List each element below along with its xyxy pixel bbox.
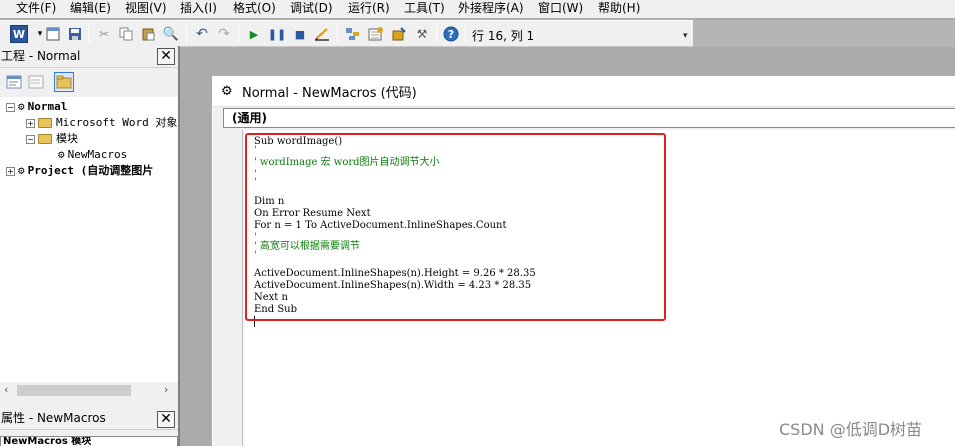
menu-format[interactable]: 格式(O) (233, 0, 276, 18)
tree-node-word-objects[interactable]: + Microsoft Word 对象 (26, 115, 177, 131)
toolbar-background (693, 20, 955, 47)
toolbar-separator (238, 26, 239, 43)
menu-addins[interactable]: 外接程序(A) (458, 0, 524, 18)
module-icon: ⚙ (221, 84, 233, 99)
reset-icon[interactable]: ■ (291, 25, 309, 43)
project-panel-toolbar (0, 69, 178, 96)
tree-node-project[interactable]: + ⚙ Project (自动调整图片 (6, 163, 153, 179)
expand-icon[interactable]: + (6, 166, 15, 176)
tree-node-label: Normal (27, 100, 68, 113)
tree-node-label: NewMacros (67, 148, 128, 161)
view-code-icon[interactable] (4, 72, 24, 92)
project-explorer-icon[interactable] (344, 25, 362, 43)
view-object-icon[interactable] (26, 72, 46, 92)
module-icon: ⚙ (58, 148, 65, 161)
scrollbar-thumb[interactable] (17, 385, 131, 396)
watermark: CSDN @低调D树苗 (779, 420, 923, 439)
open-folder-icon (38, 134, 52, 144)
toolbar-options-icon[interactable]: ▾ (683, 31, 688, 41)
properties-panel: 属性 - NewMacros ✕ NewMacros 模块 (0, 408, 180, 446)
scroll-left-icon[interactable]: ‹ (4, 383, 8, 396)
save-icon[interactable] (66, 25, 84, 43)
code-highlight-annotation (245, 133, 666, 321)
project-tree: − ⚙ Normal + Microsoft Word 对象 − 模块 ⚙ Ne… (0, 97, 178, 382)
tree-horizontal-scrollbar[interactable]: ‹ › (0, 382, 178, 399)
menu-insert[interactable]: 插入(I) (180, 0, 217, 18)
toolbar-separator (186, 26, 187, 43)
toolbar-separator (436, 26, 437, 43)
menu-help[interactable]: 帮助(H) (598, 0, 640, 18)
svg-text:?: ? (448, 28, 454, 41)
menu-tools[interactable]: 工具(T) (404, 0, 445, 18)
menu-file[interactable]: 文件(F) (16, 0, 56, 18)
collapse-icon[interactable]: − (26, 134, 35, 144)
vba-project-icon: ⚙ (18, 164, 25, 177)
run-icon[interactable]: ▶ (245, 25, 263, 43)
expand-icon[interactable]: + (26, 118, 35, 128)
scroll-right-icon[interactable]: › (164, 383, 168, 396)
help-icon[interactable]: ? (442, 25, 460, 43)
menu-view[interactable]: 视图(V) (125, 0, 167, 18)
properties-panel-title: 属性 - NewMacros (0, 408, 178, 430)
tree-node-label: 模块 (56, 132, 78, 145)
menu-run[interactable]: 运行(R) (348, 0, 390, 18)
folder-icon (38, 118, 52, 128)
tree-node-label: Project (自动调整图片 (27, 164, 154, 177)
toolbar-separator (88, 26, 89, 43)
cursor-position-indicator: 行 16, 列 1 (472, 29, 535, 43)
standard-toolbar: W ▾ ✂ 🔍 ↶ ↷ ▶ ❚❚ ■ ⚒ ? 行 16, 列 1 ▾ (0, 20, 693, 47)
insert-module-icon[interactable] (44, 25, 62, 43)
properties-object-select[interactable]: NewMacros 模块 (0, 436, 178, 446)
toolbar-separator (465, 26, 466, 43)
object-browser-icon[interactable] (390, 25, 408, 43)
code-window-titlebar: ⚙ Normal - NewMacros (代码) (213, 77, 955, 107)
tree-node-label: Microsoft Word 对象 (56, 116, 178, 129)
properties-panel-close-button[interactable]: ✕ (157, 411, 175, 428)
tree-node-modules[interactable]: − 模块 (26, 131, 78, 147)
break-icon[interactable]: ❚❚ (268, 25, 286, 43)
menu-window[interactable]: 窗口(W) (538, 0, 583, 18)
cut-icon[interactable]: ✂ (95, 25, 113, 43)
code-margin-indicator-bar (223, 130, 243, 446)
undo-icon[interactable]: ↶ (193, 25, 211, 43)
project-explorer-panel: 工程 - Normal ✕ − ⚙ Normal + Microsoft Wor… (0, 46, 180, 408)
redo-icon[interactable]: ↷ (215, 25, 233, 43)
toolbar-separator (337, 26, 338, 43)
code-window-title: Normal - NewMacros (代码) (242, 86, 417, 101)
vba-project-icon: ⚙ (18, 100, 25, 113)
object-dropdown[interactable]: (通用) (223, 108, 955, 128)
paste-icon[interactable] (139, 25, 157, 43)
toolbox-icon[interactable]: ⚒ (413, 25, 431, 43)
view-word-icon[interactable]: W (10, 25, 28, 43)
menu-debug[interactable]: 调试(D) (290, 0, 333, 18)
tree-node-normal[interactable]: − ⚙ Normal (6, 99, 67, 115)
project-panel-title: 工程 - Normal (0, 46, 178, 68)
toggle-folders-icon[interactable] (54, 72, 74, 92)
properties-window-icon[interactable] (367, 25, 385, 43)
find-icon[interactable]: 🔍 (162, 25, 180, 43)
copy-icon[interactable] (117, 25, 135, 43)
menu-edit[interactable]: 编辑(E) (70, 0, 111, 18)
menu-bar: 文件(F) 编辑(E) 视图(V) 插入(I) 格式(O) 调试(D) 运行(R… (0, 0, 955, 18)
project-panel-close-button[interactable]: ✕ (157, 48, 175, 65)
collapse-icon[interactable]: − (6, 102, 15, 112)
tree-node-newmacros[interactable]: ⚙ NewMacros (58, 147, 127, 163)
design-mode-icon[interactable] (313, 25, 331, 43)
